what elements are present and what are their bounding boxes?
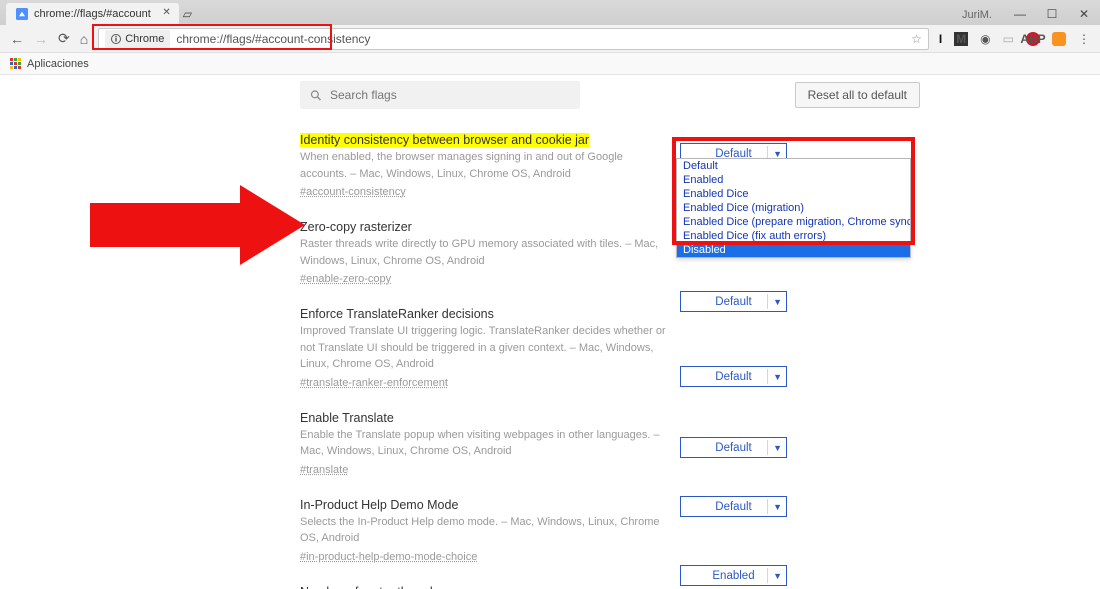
address-text: chrome://flags/#account-consistency <box>176 32 370 46</box>
flag-raster-threads: Number of raster threads Specify the num… <box>300 577 920 589</box>
tab-favicon-icon <box>16 8 28 20</box>
flag-hash-link[interactable]: #translate-ranker-enforcement <box>300 377 448 389</box>
flag-description: Improved Translate UI triggering logic. … <box>300 323 670 373</box>
flags-header-row: Reset all to default <box>300 75 920 125</box>
info-icon <box>111 34 121 44</box>
flag-iph-demo: In-Product Help Demo Mode Selects the In… <box>300 490 920 577</box>
apps-icon[interactable] <box>10 58 21 69</box>
nav-forward-icon: → <box>34 31 48 47</box>
flag-select-value: Default <box>715 501 751 513</box>
flag-select-translate-ranker[interactable]: Default ▼ <box>680 291 787 312</box>
window-close-icon[interactable]: ✕ <box>1068 7 1100 25</box>
tab-close-icon[interactable]: ✕ <box>162 7 170 18</box>
flag-select-value: Default <box>715 296 751 308</box>
bookmarks-apps-label[interactable]: Aplicaciones <box>27 58 89 70</box>
flag-title: Number of raster threads <box>300 585 920 589</box>
extension-globe-icon[interactable]: ◉ <box>980 32 990 46</box>
extension-orange-icon[interactable] <box>1052 32 1066 46</box>
chevron-down-icon: ▼ <box>767 369 782 384</box>
dropdown-option[interactable]: Enabled Dice (prepare migration, Chrome … <box>677 215 910 229</box>
chevron-down-icon: ▼ <box>767 568 782 583</box>
flag-select-cast-streaming[interactable]: Enabled ▼ <box>680 565 787 586</box>
flag-title: Enforce TranslateRanker decisions <box>300 307 920 321</box>
reset-all-button[interactable]: Reset all to default <box>795 82 920 108</box>
extension-abp-icon[interactable]: ABP <box>1026 32 1040 46</box>
search-flags-input[interactable] <box>330 88 570 102</box>
flag-select-value: Default <box>715 371 751 383</box>
browser-menu-icon[interactable]: ⋮ <box>1078 32 1090 46</box>
nav-reload-icon[interactable]: ⟳ <box>58 30 70 47</box>
flag-translate-ranker: Enforce TranslateRanker decisions Improv… <box>300 299 920 403</box>
flag-select-enable-translate[interactable]: Default ▼ <box>680 366 787 387</box>
window-user-label[interactable]: JuriM. <box>962 9 992 25</box>
bookmark-star-icon[interactable]: ☆ <box>911 32 922 46</box>
address-chip: Chrome <box>105 30 170 48</box>
flag-hash-link[interactable]: #account-consistency <box>300 186 406 198</box>
flag-hash-link[interactable]: #translate <box>300 464 348 476</box>
extension-m-icon[interactable]: M <box>954 32 968 46</box>
window-titlebar: chrome://flags/#account ✕ ▱ JuriM. — ☐ ✕ <box>0 0 1100 25</box>
dropdown-option[interactable]: Enabled Dice (fix auth errors) <box>677 229 910 243</box>
search-flags-box[interactable] <box>300 81 580 109</box>
flag-title: Enable Translate <box>300 411 920 425</box>
flag-title: Identity consistency between browser and… <box>300 133 589 147</box>
extension-doc-icon[interactable]: ▭ <box>1003 32 1014 46</box>
browser-toolbar: ← → ⟳ ⌂ Chrome chrome://flags/#account-c… <box>0 25 1100 53</box>
flag-title: In-Product Help Demo Mode <box>300 498 920 512</box>
chevron-down-icon: ▼ <box>767 440 782 455</box>
address-chip-label: Chrome <box>125 33 164 45</box>
chevron-down-icon: ▼ <box>767 294 782 309</box>
flag-select-value: Enabled <box>712 570 754 582</box>
flag-select-value: Default <box>715 442 751 454</box>
flag-description: Enable the Translate popup when visiting… <box>300 427 670 460</box>
new-tab-button[interactable]: ▱ <box>183 7 192 25</box>
window-minimize-icon[interactable]: — <box>1004 7 1036 25</box>
flag-description: Raster threads write directly to GPU mem… <box>300 236 670 269</box>
nav-home-icon[interactable]: ⌂ <box>80 31 88 47</box>
flag-enable-translate: Enable Translate Enable the Translate po… <box>300 403 920 490</box>
dropdown-option[interactable]: Enabled Dice <box>677 187 910 201</box>
dropdown-option[interactable]: Enabled <box>677 173 910 187</box>
flag-description: Selects the In-Product Help demo mode. –… <box>300 514 670 547</box>
address-bar-wrap: Chrome chrome://flags/#account-consisten… <box>98 28 929 50</box>
browser-tab[interactable]: chrome://flags/#account ✕ <box>6 3 179 25</box>
extension-icons: I M ◉ ▭ ABP ⋮ <box>939 32 1090 46</box>
account-divider-icon: I <box>939 32 942 46</box>
flag-description: When enabled, the browser manages signin… <box>300 149 670 182</box>
flag-select-dropdown[interactable]: Default Enabled Enabled Dice Enabled Dic… <box>676 158 911 258</box>
flag-hash-link[interactable]: #enable-zero-copy <box>300 273 391 285</box>
dropdown-option[interactable]: Enabled Dice (migration) <box>677 201 910 215</box>
annotation-arrow-icon <box>90 185 310 265</box>
flag-hash-link[interactable]: #in-product-help-demo-mode-choice <box>300 551 477 563</box>
page-content: Reset all to default Identity consistenc… <box>0 75 1100 589</box>
dropdown-option[interactable]: Default <box>677 159 910 173</box>
tab-title: chrome://flags/#account <box>34 8 151 20</box>
chevron-down-icon: ▼ <box>767 499 782 514</box>
dropdown-option-selected[interactable]: Disabled <box>677 243 910 257</box>
nav-back-icon[interactable]: ← <box>10 31 24 47</box>
address-bar[interactable]: Chrome chrome://flags/#account-consisten… <box>98 28 929 50</box>
window-maximize-icon[interactable]: ☐ <box>1036 7 1068 25</box>
flags-page: Reset all to default Identity consistenc… <box>300 75 920 589</box>
search-icon <box>310 89 322 102</box>
flag-select-raster-threads[interactable]: Default ▼ <box>680 496 787 517</box>
flag-select-iph-demo[interactable]: Default ▼ <box>680 437 787 458</box>
bookmarks-bar: Aplicaciones <box>0 53 1100 75</box>
